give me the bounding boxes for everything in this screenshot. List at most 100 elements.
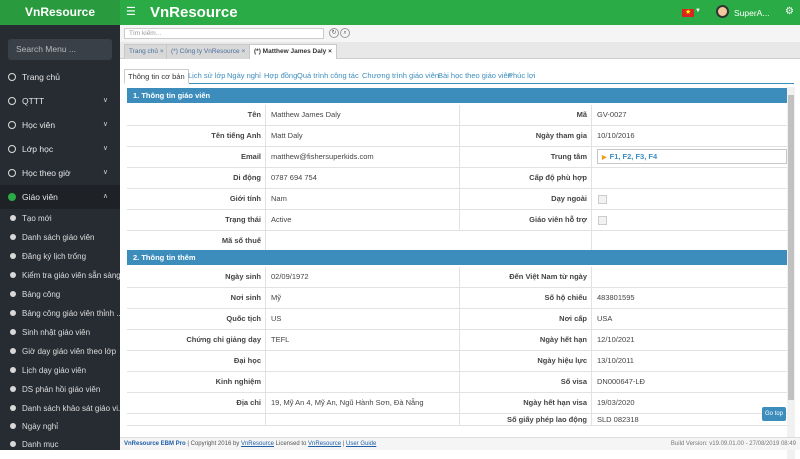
field-label: Ngày hiệu lực: [459, 351, 587, 371]
tab-work-history[interactable]: Quá trình công tác: [297, 69, 359, 84]
table-row: Ngày sinh 02/09/1972 Đến Việt Nam từ ngày: [127, 267, 787, 288]
tab-benefits[interactable]: Phúc lợi: [508, 69, 535, 84]
sidebar-item-label: Học theo giờ: [22, 168, 71, 178]
sidebar-item-teachers[interactable]: Giáo viên ∧: [0, 185, 120, 209]
user-guide-link[interactable]: User Guide: [346, 441, 376, 447]
gear-icon[interactable]: ⚙: [785, 6, 794, 17]
sidebar: Search Menu ... Trang chủ QTTT ∨ Học viên…: [0, 25, 120, 450]
bullet-icon: [10, 405, 16, 411]
table-row: Quốc tịch US Nơi cấp USA: [127, 309, 787, 330]
sidebar-item-students[interactable]: Học viên ∨: [0, 113, 120, 137]
main-content: Tìm kiếm... ↻ ⌕ Trang chủ × (*) Công ty …: [120, 25, 800, 459]
field-value: SLD 082318: [591, 414, 787, 425]
field-label: Quốc tịch: [226, 314, 261, 323]
close-icon[interactable]: ×: [160, 48, 164, 55]
center-field: ▶ F1, F2, F3, F4: [591, 147, 787, 167]
close-icon[interactable]: ×: [241, 48, 245, 55]
submenu-item[interactable]: Sinh nhật giáo viên: [0, 323, 120, 342]
support-teacher-checkbox[interactable]: [598, 216, 607, 225]
sidebar-item-qttt[interactable]: QTTT ∨: [0, 89, 120, 113]
field-value: 02/09/1972: [265, 267, 459, 287]
submenu-item[interactable]: Danh sách khảo sát giáo vi...: [0, 399, 120, 418]
tab-teacher[interactable]: (*) Matthew James Daly ×: [249, 44, 337, 59]
close-icon[interactable]: ×: [328, 48, 332, 55]
sidebar-item-label: QTTT: [22, 96, 45, 106]
submenu-item[interactable]: Danh sách giáo viên: [0, 228, 120, 247]
center-select[interactable]: ▶ F1, F2, F3, F4: [597, 149, 787, 164]
bullet-icon: [10, 310, 16, 316]
licensee-link[interactable]: VnResource: [308, 441, 341, 447]
field-value: 19, Mỹ An 4, Mỹ An, Ngũ Hành Sơn, Đà Nẵn…: [265, 393, 459, 413]
field-value: 12/10/2021: [591, 330, 787, 350]
search-icon[interactable]: ⌕: [340, 28, 350, 38]
chevron-down-icon[interactable]: ▼: [695, 8, 701, 14]
tab-basic-info[interactable]: Thông tin cơ bản: [124, 69, 189, 84]
field-value: USA: [591, 309, 787, 329]
field-label: Mã: [459, 105, 587, 125]
avatar[interactable]: [716, 5, 729, 18]
footer-left: VnResource EBM Pro | Copyright 2016 by V…: [124, 441, 377, 447]
table-row: Tên Matthew James Daly Mã GV-0027: [127, 105, 787, 126]
tab-company[interactable]: (*) Công ty VnResource ×: [166, 44, 251, 59]
field-value: matthew@fishersuperkids.com: [265, 147, 459, 167]
table-row: Mã số thuế: [127, 231, 787, 252]
clear-icon[interactable]: ↻: [329, 28, 339, 38]
teacher-icon: [8, 193, 16, 201]
field-value: [265, 351, 459, 371]
company-link[interactable]: VnResource: [241, 441, 274, 447]
sidebar-item-home[interactable]: Trang chủ: [0, 65, 120, 89]
user-name[interactable]: SuperA...: [734, 8, 769, 18]
outside-teaching-checkbox[interactable]: [598, 195, 607, 204]
go-top-button[interactable]: Go top: [762, 407, 786, 421]
chevron-down-icon: ∨: [102, 97, 108, 104]
tab-leave[interactable]: Ngày nghỉ: [227, 69, 261, 84]
submenu-item[interactable]: Bảng công: [0, 285, 120, 304]
submenu-item[interactable]: Kiểm tra giáo viên sẵn sàng: [0, 266, 120, 285]
bullet-icon: [10, 215, 16, 221]
field-label: Dạy ngoài: [459, 189, 587, 209]
table-row: Trạng thái Active Giáo viên hỗ trợ: [127, 210, 787, 231]
hamburger-icon[interactable]: ☰: [126, 6, 136, 19]
field-label: Tên tiếng Anh: [211, 131, 261, 140]
submenu-item[interactable]: Giờ dạy giáo viên theo lớp: [0, 342, 120, 361]
submenu-item[interactable]: Lịch dạy giáo viên: [0, 361, 120, 380]
table-row: Giới tính Nam Dạy ngoài: [127, 189, 787, 210]
chevron-up-icon: ∧: [102, 193, 108, 200]
field-value: 483801595: [591, 288, 787, 308]
brand-logo[interactable]: VnResource: [0, 0, 120, 25]
search-input[interactable]: Tìm kiếm...: [124, 28, 324, 39]
chevron-down-icon: ∨: [102, 169, 108, 176]
bullet-icon: [10, 348, 16, 354]
field-label: Cấp độ phù hợp: [459, 168, 587, 188]
sidebar-search-input[interactable]: Search Menu ...: [8, 39, 112, 60]
flag-icon[interactable]: ★: [682, 9, 694, 17]
bullet-icon: [10, 234, 16, 240]
field-value: [591, 189, 787, 209]
field-value: Nam: [265, 189, 459, 209]
scrollbar[interactable]: [787, 87, 795, 459]
sidebar-item-hourly[interactable]: Học theo giờ ∨: [0, 161, 120, 185]
table-row: Nơi sinh Mỹ Số hộ chiếu 483801595: [127, 288, 787, 309]
field-label: Nơi cấp: [459, 309, 587, 329]
submenu-item[interactable]: DS phản hồi giáo viên: [0, 380, 120, 399]
tab-home[interactable]: Trang chủ ×: [124, 44, 169, 59]
field-label: Ngày hết hạn: [459, 330, 587, 350]
submenu-item[interactable]: Danh mục: [0, 435, 120, 454]
tab-contract[interactable]: Hợp đồng: [264, 69, 297, 84]
field-label: Email: [240, 152, 261, 161]
clock-icon: [8, 169, 16, 177]
scrollbar-thumb[interactable]: [788, 95, 794, 400]
table-row: Số giấy phép lao động SLD 082318: [127, 414, 787, 426]
chevron-down-icon: ∨: [102, 145, 108, 152]
tab-class-history[interactable]: Lịch sử lớp: [188, 69, 225, 84]
submenu-item[interactable]: Tạo mới: [0, 209, 120, 228]
field-value: 10/10/2016: [591, 126, 787, 146]
tab-lessons[interactable]: Bài học theo giáo viên: [438, 69, 512, 84]
sidebar-item-classes[interactable]: Lớp học ∨: [0, 137, 120, 161]
field-label: Tên: [247, 110, 261, 119]
submenu-item[interactable]: Đăng ký lịch trống: [0, 247, 120, 266]
field-label: Chứng chỉ giảng dạy: [186, 335, 261, 344]
submenu-item[interactable]: Bảng công giáo viên thỉnh ...: [0, 304, 120, 323]
submenu-item[interactable]: Ngày nghỉ: [0, 417, 120, 436]
tab-teacher-program[interactable]: Chương trình giáo viên: [362, 69, 439, 84]
